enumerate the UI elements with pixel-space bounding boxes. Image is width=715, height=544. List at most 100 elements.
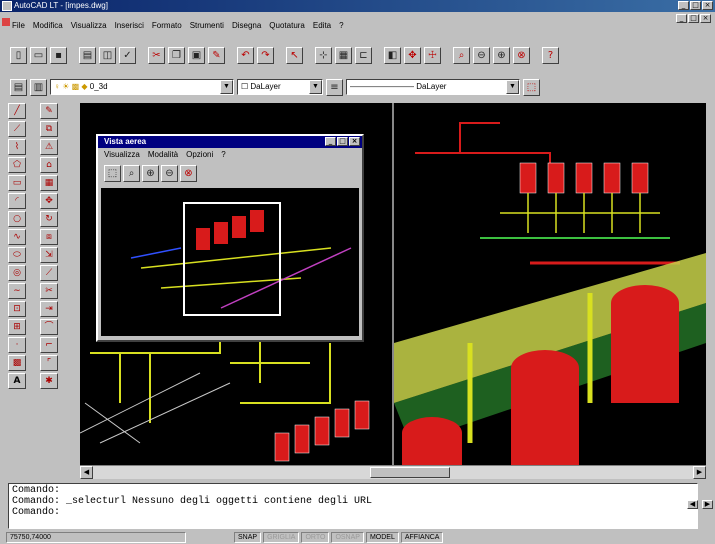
aerial-minimize-button[interactable]: _ xyxy=(325,137,336,146)
insert-icon[interactable]: ⊞ xyxy=(8,319,26,335)
block-icon[interactable]: ⊡ xyxy=(8,301,26,317)
aerial-close-button[interactable]: × xyxy=(349,137,360,146)
zoom-out-icon[interactable]: ⊖ xyxy=(161,164,178,182)
layer-current-icon[interactable]: ▥ xyxy=(30,78,47,96)
pan-icon[interactable]: ☩ xyxy=(424,46,441,64)
paste-icon[interactable]: ▣ xyxy=(188,46,205,64)
close-button[interactable]: × xyxy=(702,1,713,10)
spline-icon[interactable]: ∿ xyxy=(8,229,26,245)
xline-icon[interactable]: ⟋ xyxy=(8,121,26,137)
array-icon[interactable]: ▦ xyxy=(40,175,58,191)
open-icon[interactable]: ▭ xyxy=(30,46,47,64)
extend-icon[interactable]: ⇥ xyxy=(40,301,58,317)
copy-object-icon[interactable]: ⧉ xyxy=(40,121,58,137)
menu-edita[interactable]: Edita xyxy=(313,21,331,30)
hatch-icon[interactable]: ▩ xyxy=(8,355,26,371)
pick-icon[interactable]: ↖ xyxy=(286,46,303,64)
scroll-left-icon[interactable]: ◀ xyxy=(80,466,93,479)
layers-icon[interactable]: ▤ xyxy=(10,78,27,96)
redo-icon[interactable]: ↷ xyxy=(257,46,274,64)
scroll-thumb[interactable] xyxy=(370,467,450,478)
match-icon[interactable]: ✎ xyxy=(208,46,225,64)
pline-icon[interactable]: ⌇ xyxy=(8,139,26,155)
aerial-view-frame[interactable] xyxy=(183,202,281,316)
ellipse-icon[interactable]: ⬭ xyxy=(8,247,26,263)
menu-disegna[interactable]: Disegna xyxy=(232,21,261,30)
maximize-button[interactable]: □ xyxy=(690,1,701,10)
model-toggle[interactable]: MODEL xyxy=(365,532,399,543)
print-icon[interactable]: ▤ xyxy=(79,46,96,64)
rectangle-icon[interactable]: ▭ xyxy=(8,175,26,191)
minimize-button[interactable]: _ xyxy=(678,1,689,10)
erase-icon[interactable]: ✎ xyxy=(40,103,58,119)
menu-file[interactable]: File xyxy=(12,21,25,30)
revcloud-icon[interactable]: ∼ xyxy=(8,283,26,299)
zoom-prev-icon[interactable]: ⊖ xyxy=(473,46,490,64)
menu-quotatura[interactable]: Quotatura xyxy=(269,21,305,30)
ortho-icon[interactable]: ⊏ xyxy=(355,46,372,64)
lengthen-icon[interactable]: ⟋ xyxy=(40,265,58,281)
menu-modifica[interactable]: Modifica xyxy=(33,21,63,30)
document-icon[interactable] xyxy=(2,18,10,26)
snap-toggle[interactable]: SNAP xyxy=(234,532,262,543)
zoom-all-icon[interactable]: ⊕ xyxy=(493,46,510,64)
scale-icon[interactable]: ⧈ xyxy=(40,229,58,245)
zoom-in-icon[interactable]: ⊕ xyxy=(142,164,159,182)
doc-minimize-button[interactable]: _ xyxy=(676,14,687,23)
preview-icon[interactable]: ◫ xyxy=(99,46,116,64)
scroll-right-icon[interactable]: ▶ xyxy=(693,466,706,479)
rotate-icon[interactable]: ↻ xyxy=(40,211,58,227)
ortho-toggle[interactable]: ORTO xyxy=(301,532,330,543)
circle-icon[interactable]: ○ xyxy=(8,211,26,227)
command-prompt[interactable]: Comando: xyxy=(12,507,694,518)
tiled-icon[interactable]: ◧ xyxy=(384,46,401,64)
aerial-title-bar[interactable]: Vista aerea _ □ × xyxy=(98,136,362,148)
aerial-menu-modalita[interactable]: Modalità xyxy=(148,148,178,162)
fillet-icon[interactable]: ⌜ xyxy=(40,355,58,371)
point-icon[interactable]: · xyxy=(8,337,26,353)
new-icon[interactable]: ▯ xyxy=(10,46,27,64)
text-icon[interactable]: A xyxy=(8,373,26,389)
aerial-menu-visualizza[interactable]: Visualizza xyxy=(104,148,140,162)
mirror-icon[interactable]: ⚠ xyxy=(40,139,58,155)
properties-icon[interactable]: ⬚ xyxy=(523,78,540,96)
doc-close-button[interactable]: × xyxy=(700,14,711,23)
grid-icon[interactable]: ▦ xyxy=(335,46,352,64)
scroll-right-icon[interactable]: ▶ xyxy=(702,500,713,509)
chamfer-icon[interactable]: ⌐ xyxy=(40,337,58,353)
viewport-divider[interactable] xyxy=(392,103,394,465)
tile-toggle[interactable]: AFFIANCA xyxy=(400,532,444,543)
aerial-menu-opzioni[interactable]: Opzioni xyxy=(186,148,213,162)
menu-formato[interactable]: Formato xyxy=(152,21,182,30)
linetype-combo[interactable]: ———————— DaLayer ▼ xyxy=(346,79,520,95)
pan-mode-icon[interactable]: ⬚ xyxy=(104,164,121,182)
aerial-preview[interactable] xyxy=(101,188,359,336)
offset-icon[interactable]: ⌂ xyxy=(40,157,58,173)
menu-inserisci[interactable]: Inserisci xyxy=(115,21,144,30)
break-icon[interactable]: ⌒ xyxy=(40,319,58,335)
zoom-icon[interactable]: ✥ xyxy=(404,46,421,64)
menu-help[interactable]: ? xyxy=(339,21,343,30)
move-icon[interactable]: ✥ xyxy=(40,193,58,209)
scroll-left-icon[interactable]: ◀ xyxy=(687,500,698,509)
chevron-down-icon[interactable]: ▼ xyxy=(506,80,519,94)
command-line[interactable]: Comando: Comando: _selecturl Nessuno deg… xyxy=(8,483,698,529)
donut-icon[interactable]: ◎ xyxy=(8,265,26,281)
trim-icon[interactable]: ✂ xyxy=(40,283,58,299)
save-icon[interactable]: ▪ xyxy=(50,46,67,64)
osnap-toggle[interactable]: OSNAP xyxy=(331,532,364,543)
undo-icon[interactable]: ↶ xyxy=(237,46,254,64)
explode-icon[interactable]: ✱ xyxy=(40,373,58,389)
polygon-icon[interactable]: ⬠ xyxy=(8,157,26,173)
aerial-menu-help[interactable]: ? xyxy=(221,148,225,162)
copy-icon[interactable]: ❐ xyxy=(168,46,185,64)
cut-icon[interactable]: ✂ xyxy=(148,46,165,64)
horizontal-scrollbar[interactable]: ◀ ▶ xyxy=(80,465,706,479)
layer-combo[interactable]: ♀ ☀ ▩ ◆ 0_3d ▼ xyxy=(50,79,234,95)
zoom-extents-icon[interactable]: ⊗ xyxy=(513,46,530,64)
menu-visualizza[interactable]: Visualizza xyxy=(71,21,107,30)
aerial-view-window[interactable]: Vista aerea _ □ × Visualizza Modalità Op… xyxy=(96,134,364,342)
menu-strumenti[interactable]: Strumenti xyxy=(190,21,224,30)
global-icon[interactable]: ⊗ xyxy=(180,164,197,182)
zoom-mode-icon[interactable]: ⌕ xyxy=(123,164,140,182)
